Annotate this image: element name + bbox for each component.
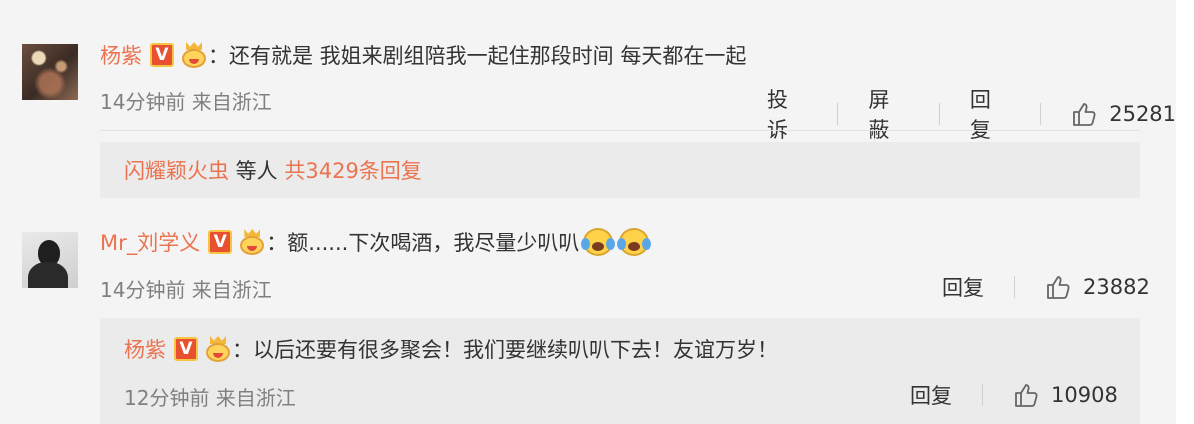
comment-text: ：额......下次喝酒，我尽量少叭叭 <box>266 231 580 255</box>
reply-summary-count[interactable]: 共3429条回复 <box>284 155 421 185</box>
comment-meta: 14分钟前 来自浙江 <box>100 274 272 303</box>
like-count: 23882 <box>1083 275 1150 299</box>
reply-button[interactable]: 回复 <box>942 272 984 302</box>
comment-2: Mr_刘学义 V ：额......下次喝酒，我尽量少叭叭 14分钟前 来自浙江 … <box>0 210 1176 424</box>
action-divider <box>837 103 839 125</box>
like-count: 25281 <box>1109 102 1177 126</box>
user-avatar[interactable] <box>22 232 78 288</box>
verified-v-icon: V <box>208 230 233 254</box>
crying-laugh-emoji <box>617 226 652 258</box>
comment-text: ：还有就是 我姐来剧组陪我一起住那段时间 每天都在一起 <box>208 44 747 68</box>
thumbs-up-icon <box>1073 103 1096 126</box>
thumbs-up-icon <box>1047 276 1070 299</box>
fan-crown-icon <box>238 229 266 255</box>
comment-time-location: 14分钟前 来自浙江 <box>100 90 272 114</box>
replies-summary-box[interactable]: 闪耀颖火虫 等人 共3429条回复 <box>100 142 1140 198</box>
like-button[interactable]: 25281 <box>1071 101 1176 127</box>
verified-v-icon: V <box>174 337 198 361</box>
reply-text: ：以后还要有很多聚会！我们要继续叭叭下去！友谊万岁！ <box>232 338 778 362</box>
reply-summary-user[interactable]: 闪耀颖火虫 <box>124 155 229 185</box>
reply-header: 杨紫 V ：以后还要有很多聚会！我们要继续叭叭下去！友谊万岁！ <box>124 334 778 364</box>
fan-crown-icon <box>180 42 208 68</box>
reply-time-location: 12分钟前 来自浙江 <box>124 386 296 410</box>
reply-button[interactable]: 回复 <box>910 380 952 410</box>
comment-header: Mr_刘学义 V ：额......下次喝酒，我尽量少叭叭 <box>100 226 652 258</box>
replies-summary: 闪耀颖火虫 等人 共3429条回复 <box>124 155 422 185</box>
page-right-edge <box>1176 0 1194 424</box>
comment-meta: 14分钟前 来自浙江 <box>100 86 272 115</box>
like-count: 10908 <box>1051 383 1118 407</box>
crying-laugh-emoji <box>581 226 616 258</box>
reply-button[interactable]: 回复 <box>970 84 1010 144</box>
report-button[interactable]: 投诉 <box>767 84 807 144</box>
reply-box: 杨紫 V ：以后还要有很多聚会！我们要继续叭叭下去！友谊万岁！ 12分钟前 来自… <box>100 318 1140 424</box>
username[interactable]: 杨紫 <box>100 40 142 70</box>
username[interactable]: Mr_刘学义 <box>100 227 200 257</box>
action-divider <box>1014 276 1015 298</box>
user-avatar[interactable] <box>22 44 78 100</box>
reply-meta: 12分钟前 来自浙江 <box>124 382 296 411</box>
comment-actions: 投诉 屏蔽 回复 25281 <box>767 84 1176 144</box>
action-divider <box>982 384 983 406</box>
comment-1: 杨紫 V ：还有就是 我姐来剧组陪我一起住那段时间 每天都在一起 14分钟前 来… <box>0 0 1176 210</box>
reply-username[interactable]: 杨紫 <box>124 334 166 364</box>
like-button[interactable]: 10908 <box>1013 382 1118 408</box>
verified-v-icon: V <box>150 43 174 67</box>
comment-actions: 回复 23882 <box>942 272 1150 302</box>
block-button[interactable]: 屏蔽 <box>868 84 908 144</box>
comment-header: 杨紫 V ：还有就是 我姐来剧组陪我一起住那段时间 每天都在一起 <box>100 40 746 70</box>
action-divider <box>1040 103 1042 125</box>
reply-actions: 回复 10908 <box>910 380 1118 410</box>
fan-crown-icon <box>204 336 232 362</box>
comment-time-location: 14分钟前 来自浙江 <box>100 278 272 302</box>
like-button[interactable]: 23882 <box>1045 274 1150 300</box>
thumbs-up-icon <box>1015 384 1038 407</box>
reply-summary-middle: 等人 <box>229 159 285 183</box>
comment-divider <box>100 130 1140 131</box>
action-divider <box>938 103 940 125</box>
